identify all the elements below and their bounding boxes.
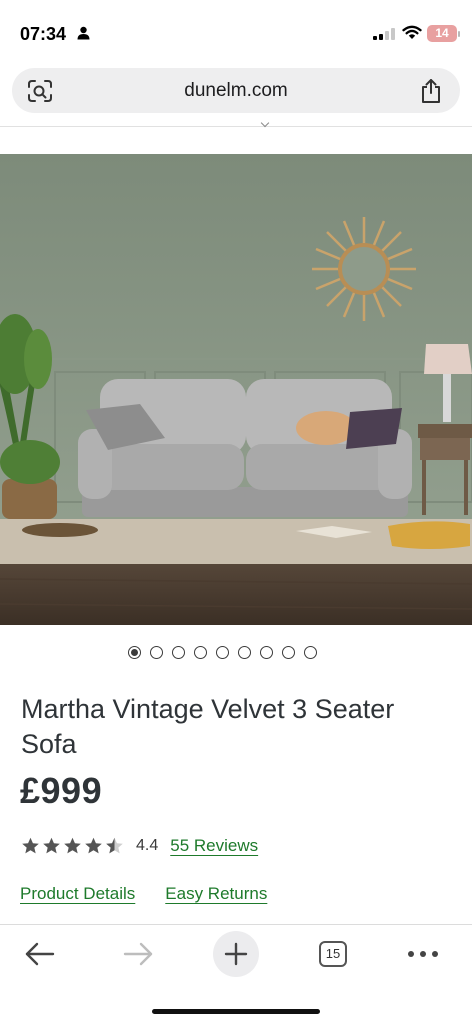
image-carousel-dots[interactable] — [128, 646, 317, 662]
carousel-dot[interactable] — [128, 646, 141, 659]
home-indicator — [152, 1009, 320, 1014]
browser-toolbar: 15 — [0, 924, 472, 1025]
info-links: Product Details Easy Returns — [20, 884, 267, 904]
product-details-link[interactable]: Product Details — [20, 884, 135, 904]
new-tab-button[interactable] — [213, 931, 259, 977]
carousel-dot[interactable] — [172, 646, 185, 659]
address-bar[interactable]: dunelm.com — [12, 68, 460, 113]
carousel-dot[interactable] — [282, 646, 295, 659]
battery-icon: 14 — [427, 25, 457, 42]
carousel-dot[interactable] — [216, 646, 229, 659]
star-icon — [43, 837, 60, 854]
header-divider — [0, 126, 472, 127]
url-text[interactable]: dunelm.com — [12, 80, 460, 102]
carousel-dot[interactable] — [150, 646, 163, 659]
easy-returns-link[interactable]: Easy Returns — [165, 884, 267, 904]
sofa-photo — [0, 154, 472, 625]
star-icon — [85, 837, 102, 854]
cellular-signal-icon — [373, 28, 395, 40]
person-icon — [77, 26, 90, 40]
status-time: 07:34 — [20, 24, 67, 44]
carousel-dot[interactable] — [238, 646, 251, 659]
product-title: Martha Vintage Velvet 3 Seater Sofa — [21, 694, 395, 759]
status-bar: 07:34 14 — [0, 0, 472, 64]
carousel-dot[interactable] — [194, 646, 207, 659]
star-rating — [21, 837, 124, 855]
carousel-dot[interactable] — [304, 646, 317, 659]
new-tab-icon — [224, 942, 248, 966]
product-price: £999 — [20, 770, 103, 811]
share-icon[interactable] — [420, 78, 442, 104]
rating-value: 4.4 — [136, 837, 159, 854]
more-icon[interactable] — [407, 950, 439, 958]
reviews-link[interactable]: 55 Reviews — [170, 836, 258, 856]
star-icon — [22, 837, 39, 854]
rating-row: 4.4 55 Reviews — [21, 834, 258, 858]
star-icon — [64, 837, 81, 854]
wifi-icon — [402, 25, 422, 39]
forward-icon[interactable] — [122, 942, 154, 966]
tabs-icon[interactable]: 15 — [319, 941, 347, 967]
product-image[interactable] — [0, 154, 472, 625]
carousel-dot[interactable] — [260, 646, 273, 659]
battery-nub — [458, 31, 460, 37]
back-icon[interactable] — [24, 942, 56, 966]
half-star-icon — [106, 837, 123, 854]
